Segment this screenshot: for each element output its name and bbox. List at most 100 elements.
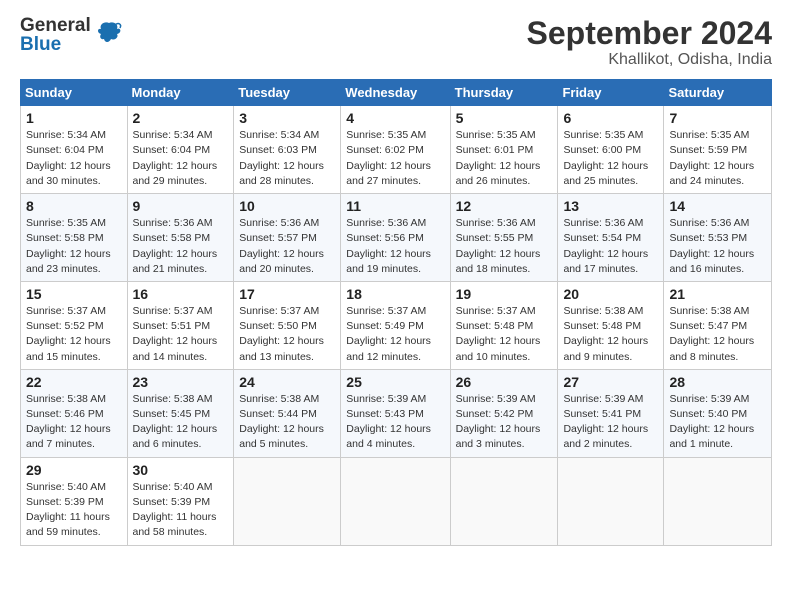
day-info: Sunrise: 5:36 AMSunset: 5:55 PMDaylight:… xyxy=(456,216,553,277)
table-row: 6 Sunrise: 5:35 AMSunset: 6:00 PMDaylight… xyxy=(558,106,664,194)
day-number: 18 xyxy=(346,286,444,302)
table-row: 3Sunrise: 5:34 AMSunset: 6:03 PMDaylight… xyxy=(234,106,341,194)
col-thursday: Thursday xyxy=(450,80,558,106)
day-number: 25 xyxy=(346,374,444,390)
col-friday: Friday xyxy=(558,80,664,106)
title-block: September 2024 Khallikot, Odisha, India xyxy=(527,16,772,69)
table-row: 1 Sunrise: 5:34 AMSunset: 6:04 PMDaylight… xyxy=(21,106,128,194)
table-row: 10 Sunrise: 5:36 AMSunset: 5:57 PMDayligh… xyxy=(234,194,341,282)
table-row: 7 Sunrise: 5:35 AMSunset: 5:59 PMDaylight… xyxy=(664,106,772,194)
day-number: 10 xyxy=(239,198,335,214)
day-info: Sunrise: 5:35 AMSunset: 6:02 PMDaylight:… xyxy=(346,128,444,189)
table-row: 20 Sunrise: 5:38 AMSunset: 5:48 PMDayligh… xyxy=(558,281,664,369)
day-info: Sunrise: 5:34 AMSunset: 6:04 PMDaylight:… xyxy=(133,128,229,189)
day-number: 11 xyxy=(346,198,444,214)
calendar-subtitle: Khallikot, Odisha, India xyxy=(527,51,772,69)
day-info: Sunrise: 5:39 AMSunset: 5:43 PMDaylight:… xyxy=(346,392,444,453)
day-number: 28 xyxy=(669,374,766,390)
logo: General Blue xyxy=(20,16,123,54)
day-number: 19 xyxy=(456,286,553,302)
col-saturday: Saturday xyxy=(664,80,772,106)
day-number: 12 xyxy=(456,198,553,214)
table-row: 23 Sunrise: 5:38 AMSunset: 5:45 PMDayligh… xyxy=(127,369,234,457)
day-info: Sunrise: 5:35 AMSunset: 5:59 PMDaylight:… xyxy=(669,128,766,189)
day-info: Sunrise: 5:35 AMSunset: 6:00 PMDaylight:… xyxy=(563,128,658,189)
day-info: Sunrise: 5:35 AMSunset: 5:58 PMDaylight:… xyxy=(26,216,122,277)
day-number: 29 xyxy=(26,462,122,478)
table-row: 27Sunrise: 5:39 AMSunset: 5:41 PMDayligh… xyxy=(558,369,664,457)
table-row: 14 Sunrise: 5:36 AMSunset: 5:53 PMDayligh… xyxy=(664,194,772,282)
table-row: 9Sunrise: 5:36 AMSunset: 5:58 PMDaylight… xyxy=(127,194,234,282)
table-row: 11Sunrise: 5:36 AMSunset: 5:56 PMDayligh… xyxy=(341,194,450,282)
day-number: 6 xyxy=(563,110,658,126)
day-number: 8 xyxy=(26,198,122,214)
day-info: Sunrise: 5:37 AMSunset: 5:52 PMDaylight:… xyxy=(26,304,122,365)
day-info: Sunrise: 5:34 AMSunset: 6:04 PMDaylight:… xyxy=(26,128,122,189)
day-info: Sunrise: 5:36 AMSunset: 5:58 PMDaylight:… xyxy=(133,216,229,277)
table-row: 22Sunrise: 5:38 AMSunset: 5:46 PMDayligh… xyxy=(21,369,128,457)
table-row: 12 Sunrise: 5:36 AMSunset: 5:55 PMDayligh… xyxy=(450,194,558,282)
calendar-body: 1 Sunrise: 5:34 AMSunset: 6:04 PMDaylight… xyxy=(21,106,772,545)
table-row: 8 Sunrise: 5:35 AMSunset: 5:58 PMDaylight… xyxy=(21,194,128,282)
day-info: Sunrise: 5:39 AMSunset: 5:41 PMDaylight:… xyxy=(563,392,658,453)
logo-blue: Blue xyxy=(20,35,91,54)
col-monday: Monday xyxy=(127,80,234,106)
table-row: 28 Sunrise: 5:39 AMSunset: 5:40 PMDayligh… xyxy=(664,369,772,457)
day-number: 23 xyxy=(133,374,229,390)
table-row: 21Sunrise: 5:38 AMSunset: 5:47 PMDayligh… xyxy=(664,281,772,369)
logo-general: General xyxy=(20,16,91,35)
day-info: Sunrise: 5:36 AMSunset: 5:54 PMDaylight:… xyxy=(563,216,658,277)
col-tuesday: Tuesday xyxy=(234,80,341,106)
table-row: 16 Sunrise: 5:37 AMSunset: 5:51 PMDayligh… xyxy=(127,281,234,369)
table-row xyxy=(558,457,664,545)
day-number: 17 xyxy=(239,286,335,302)
col-wednesday: Wednesday xyxy=(341,80,450,106)
col-sunday: Sunday xyxy=(21,80,128,106)
day-info: Sunrise: 5:39 AMSunset: 5:40 PMDaylight:… xyxy=(669,392,766,453)
day-info: Sunrise: 5:34 AMSunset: 6:03 PMDaylight:… xyxy=(239,128,335,189)
day-info: Sunrise: 5:38 AMSunset: 5:45 PMDaylight:… xyxy=(133,392,229,453)
day-number: 7 xyxy=(669,110,766,126)
day-number: 20 xyxy=(563,286,658,302)
day-number: 4 xyxy=(346,110,444,126)
day-info: Sunrise: 5:39 AMSunset: 5:42 PMDaylight:… xyxy=(456,392,553,453)
table-row: 19 Sunrise: 5:37 AMSunset: 5:48 PMDayligh… xyxy=(450,281,558,369)
day-number: 22 xyxy=(26,374,122,390)
calendar-title: September 2024 xyxy=(527,16,772,51)
table-row xyxy=(234,457,341,545)
day-info: Sunrise: 5:37 AMSunset: 5:51 PMDaylight:… xyxy=(133,304,229,365)
table-row: 2 Sunrise: 5:34 AMSunset: 6:04 PMDaylight… xyxy=(127,106,234,194)
day-info: Sunrise: 5:35 AMSunset: 6:01 PMDaylight:… xyxy=(456,128,553,189)
header: General Blue September 2024 Khallikot, O… xyxy=(20,16,772,69)
day-info: Sunrise: 5:38 AMSunset: 5:44 PMDaylight:… xyxy=(239,392,335,453)
day-info: Sunrise: 5:38 AMSunset: 5:48 PMDaylight:… xyxy=(563,304,658,365)
day-info: Sunrise: 5:37 AMSunset: 5:50 PMDaylight:… xyxy=(239,304,335,365)
day-number: 16 xyxy=(133,286,229,302)
day-number: 13 xyxy=(563,198,658,214)
table-row: 13 Sunrise: 5:36 AMSunset: 5:54 PMDayligh… xyxy=(558,194,664,282)
day-info: Sunrise: 5:37 AMSunset: 5:49 PMDaylight:… xyxy=(346,304,444,365)
day-number: 1 xyxy=(26,110,122,126)
day-number: 15 xyxy=(26,286,122,302)
table-row: 4 Sunrise: 5:35 AMSunset: 6:02 PMDaylight… xyxy=(341,106,450,194)
day-info: Sunrise: 5:36 AMSunset: 5:53 PMDaylight:… xyxy=(669,216,766,277)
table-row: 15 Sunrise: 5:37 AMSunset: 5:52 PMDayligh… xyxy=(21,281,128,369)
table-row: 5 Sunrise: 5:35 AMSunset: 6:01 PMDaylight… xyxy=(450,106,558,194)
day-number: 2 xyxy=(133,110,229,126)
table-row: 26 Sunrise: 5:39 AMSunset: 5:42 PMDayligh… xyxy=(450,369,558,457)
table-row: 17 Sunrise: 5:37 AMSunset: 5:50 PMDayligh… xyxy=(234,281,341,369)
table-row: 25 Sunrise: 5:39 AMSunset: 5:43 PMDayligh… xyxy=(341,369,450,457)
table-row: 29 Sunrise: 5:40 AMSunset: 5:39 PMDayligh… xyxy=(21,457,128,545)
day-number: 26 xyxy=(456,374,553,390)
calendar-header: Sunday Monday Tuesday Wednesday Thursday… xyxy=(21,80,772,106)
table-row: 18 Sunrise: 5:37 AMSunset: 5:49 PMDayligh… xyxy=(341,281,450,369)
day-info: Sunrise: 5:37 AMSunset: 5:48 PMDaylight:… xyxy=(456,304,553,365)
day-number: 21 xyxy=(669,286,766,302)
day-number: 14 xyxy=(669,198,766,214)
day-number: 30 xyxy=(133,462,229,478)
day-info: Sunrise: 5:36 AMSunset: 5:57 PMDaylight:… xyxy=(239,216,335,277)
table-row xyxy=(664,457,772,545)
day-number: 5 xyxy=(456,110,553,126)
table-row xyxy=(450,457,558,545)
day-info: Sunrise: 5:40 AMSunset: 5:39 PMDaylight:… xyxy=(26,480,122,541)
